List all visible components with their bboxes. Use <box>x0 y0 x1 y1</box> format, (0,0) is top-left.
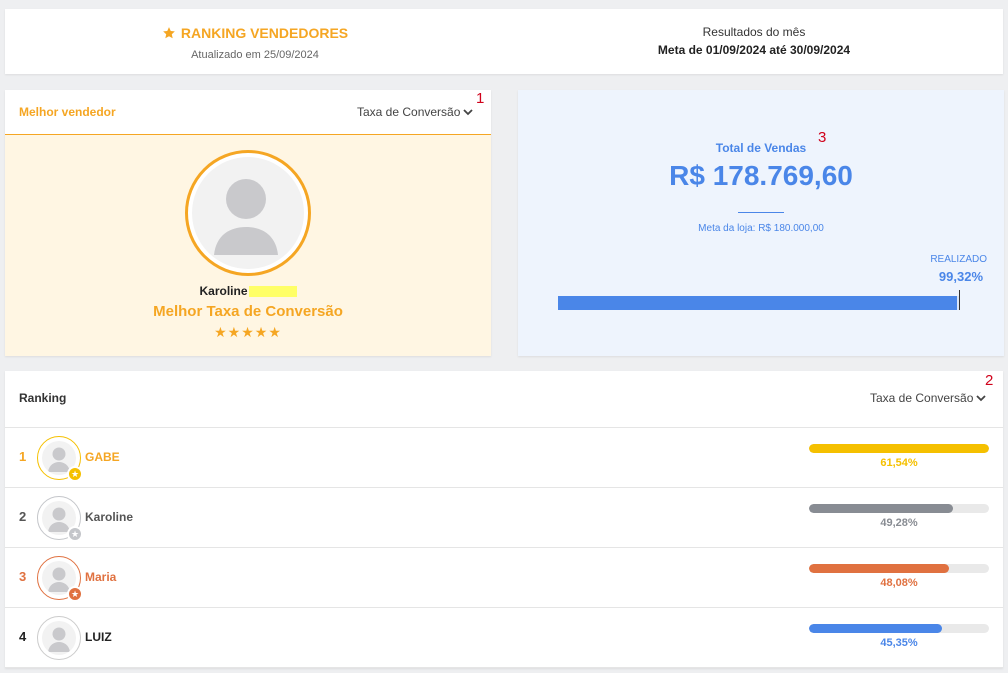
medal-star-icon: ★ <box>67 586 83 602</box>
medal-star-icon: ★ <box>67 526 83 542</box>
best-seller-header: Melhor vendedor Taxa de Conversão 1 <box>5 90 491 135</box>
conversion-percent: 61,54% <box>880 457 918 469</box>
ranking-metric-dropdown[interactable]: Taxa de Conversão <box>870 391 987 405</box>
ranking-row[interactable]: 3 ★ Maria 48,08% <box>5 548 1003 608</box>
header-title-block: RANKING VENDEDORES Atualizado em 25/09/2… <box>5 25 505 61</box>
store-goal: Meta da loja: R$ 180.000,00 <box>698 223 824 234</box>
ranking-row[interactable]: 4 LUIZ 45,35% <box>5 608 1003 668</box>
best-metric-title: Melhor Taxa de Conversão <box>153 303 343 320</box>
seller-name: LUIZ <box>85 630 112 644</box>
ranking-title-text: RANKING VENDEDORES <box>180 25 349 41</box>
conversion-progress-bar <box>809 624 989 633</box>
ranking-row[interactable]: 1 ★ GABE 61,54% <box>5 428 1003 488</box>
conversion-percent: 45,35% <box>880 637 918 649</box>
total-sales-card: 3 Total de Vendas R$ 178.769,60 Meta da … <box>518 90 1004 356</box>
total-sales-label: Total de Vendas <box>715 141 807 155</box>
chevron-down-icon <box>463 109 474 116</box>
seller-name: Karoline <box>85 510 134 524</box>
dropdown-label: Taxa de Conversão <box>870 391 974 405</box>
user-placeholder-icon <box>214 179 278 255</box>
ranking-title: RANKING VENDEDORES <box>162 25 348 41</box>
seller-name: Maria <box>85 570 117 584</box>
best-seller-label: Melhor vendedor <box>19 105 116 119</box>
realized-label: REALIZADO <box>930 254 987 265</box>
conversion-progress-bar <box>809 564 989 573</box>
goal-tick <box>959 290 960 310</box>
seller-avatar: ★ <box>37 436 83 482</box>
results-block: Resultados do mês Meta de 01/09/2024 até… <box>505 25 1003 57</box>
realized-progress-bar <box>558 296 960 310</box>
best-seller-avatar <box>185 150 311 276</box>
ranking-card: Ranking Taxa de Conversão 2 1 ★ GABE 61,54%… <box>5 371 1003 668</box>
ranking-row[interactable]: 2 ★ Karoline 49,28% <box>5 488 1003 548</box>
star-icon <box>163 27 175 39</box>
seller-avatar: ★ <box>37 556 83 602</box>
redacted-surname <box>248 286 297 298</box>
conversion-percent: 48,08% <box>880 577 918 589</box>
realized-progress-fill <box>558 296 958 310</box>
rank-position: 3 <box>19 569 27 584</box>
results-label: Resultados do mês <box>702 25 806 39</box>
dropdown-label: Taxa de Conversão <box>357 105 461 119</box>
conversion-progress-bar <box>809 444 989 453</box>
rank-position: 2 <box>19 509 27 524</box>
rank-position: 4 <box>19 629 27 644</box>
best-seller-metric-dropdown[interactable]: Taxa de Conversão <box>357 105 474 119</box>
divider <box>738 212 784 213</box>
best-seller-card: Melhor vendedor Taxa de Conversão 1 Karo… <box>5 90 491 356</box>
conversion-progress-fill <box>809 564 950 573</box>
conversion-progress-fill <box>809 504 953 513</box>
seller-avatar <box>37 616 81 660</box>
ranking-label: Ranking <box>19 391 67 405</box>
best-seller-name: Karoline <box>5 284 491 298</box>
header-card: RANKING VENDEDORES Atualizado em 25/09/2… <box>5 9 1003 74</box>
realized-percent: 99,32% <box>938 269 983 284</box>
conversion-progress-bar <box>809 504 989 513</box>
conversion-progress-fill <box>809 444 989 453</box>
meta-period: Meta de 01/09/2024 até 30/09/2024 <box>657 43 851 57</box>
updated-date: Atualizado em 25/09/2024 <box>191 49 319 61</box>
rating-stars: ★★★★★ <box>214 324 282 340</box>
chevron-down-icon <box>976 395 987 402</box>
ranking-header: Ranking Taxa de Conversão 2 <box>5 371 1003 428</box>
best-seller-name-text: Karoline <box>199 284 248 298</box>
seller-name: GABE <box>85 450 120 464</box>
medal-star-icon: ★ <box>67 466 83 482</box>
annotation-marker-2: 2 <box>985 372 994 389</box>
total-sales-value: R$ 178.769,60 <box>669 160 853 191</box>
seller-avatar: ★ <box>37 496 83 542</box>
annotation-marker-1: 1 <box>476 90 485 107</box>
conversion-progress-fill <box>809 624 943 633</box>
conversion-percent: 49,28% <box>880 517 918 529</box>
user-placeholder-icon <box>48 627 70 652</box>
rank-position: 1 <box>19 449 27 464</box>
